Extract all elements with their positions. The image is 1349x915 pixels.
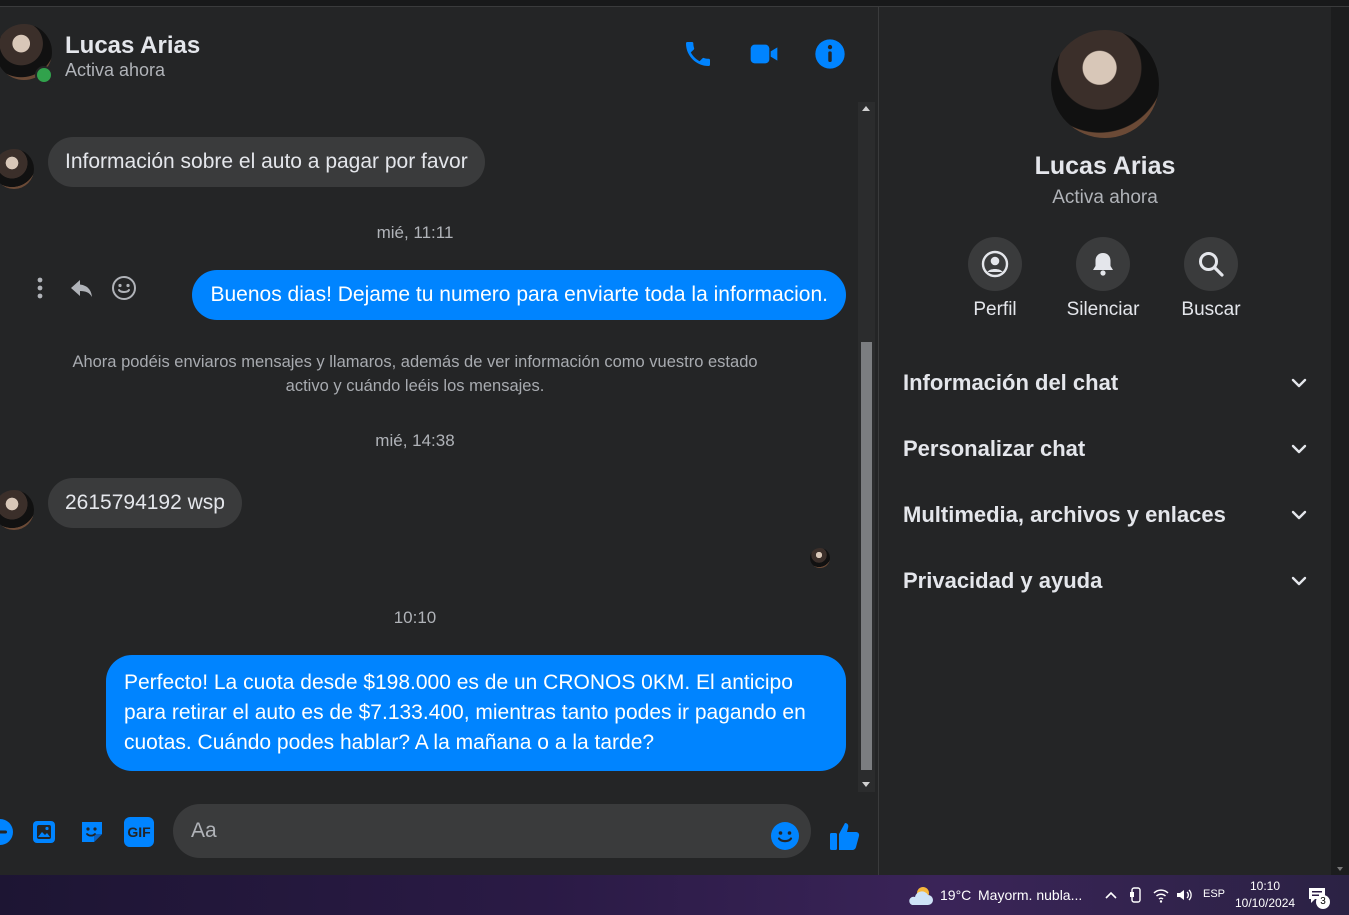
phone-icon[interactable] [682, 38, 714, 70]
more-options-icon[interactable] [27, 275, 53, 301]
message-list[interactable]: Información sobre el auto a pagar por fa… [0, 102, 858, 792]
profile-status: Activa ahora [1052, 187, 1158, 208]
more-actions-icon[interactable] [0, 817, 15, 847]
message-scrollbar[interactable] [858, 102, 875, 792]
section-title: Personalizar chat [903, 436, 1086, 461]
window-top-border [0, 0, 1349, 7]
contact-status: Activa ahora [65, 60, 166, 80]
weather-temp[interactable]: 19°C [940, 887, 971, 903]
profile-name: Lucas Arias [1034, 152, 1176, 180]
chat-pane: Lucas Arias Activa ahora Información sob… [0, 7, 878, 875]
search-icon [1199, 252, 1224, 277]
section-title: Información del chat [903, 370, 1119, 395]
timestamp: mié, 11:11 [376, 223, 454, 242]
photo-icon[interactable] [30, 817, 60, 847]
scroll-up-arrow[interactable] [862, 106, 870, 111]
incoming-message[interactable]: Información sobre el auto a pagar por fa… [48, 137, 485, 187]
section-customize-chat[interactable]: Personalizar chat [903, 424, 1309, 474]
sender-avatar [0, 490, 34, 530]
react-emoji-icon[interactable] [111, 275, 137, 301]
profile-button[interactable]: Perfil [940, 237, 1050, 321]
mute-button[interactable]: Silenciar [1048, 237, 1158, 321]
chat-header: Lucas Arias Activa ahora [0, 7, 878, 97]
search-button-label: Buscar [1181, 299, 1241, 320]
weather-cloud-sun-icon[interactable] [906, 885, 934, 907]
online-status-dot [35, 66, 53, 84]
scroll-down-arrow[interactable] [1337, 867, 1343, 871]
scroll-down-arrow[interactable] [862, 782, 870, 787]
outgoing-message[interactable]: Buenos dias! Dejame tu numero para envia… [192, 270, 846, 320]
panel-scrollbar[interactable] [1331, 7, 1349, 875]
timestamp: 10:10 [393, 608, 437, 627]
reply-icon[interactable] [69, 275, 95, 301]
timestamp: mié, 14:38 [375, 431, 455, 450]
profile-button-label: Perfil [973, 299, 1017, 320]
volume-icon[interactable] [1175, 886, 1193, 904]
message-input[interactable] [173, 804, 811, 858]
device-icon[interactable] [1129, 886, 1143, 904]
chevron-down-icon [1291, 576, 1307, 586]
connection-notice: Ahora podéis enviaros mensajes y llamaro… [72, 353, 758, 395]
gif-icon[interactable]: GIF [124, 817, 154, 847]
clock-time[interactable]: 10:10 [1250, 879, 1280, 893]
section-title: Multimedia, archivos y enlaces [903, 502, 1226, 527]
section-title: Privacidad y ayuda [903, 568, 1103, 593]
mute-button-label: Silenciar [1066, 299, 1140, 320]
sticker-icon[interactable] [77, 817, 107, 847]
chevron-down-icon [1291, 510, 1307, 520]
search-button[interactable]: Buscar [1156, 237, 1266, 321]
incoming-message[interactable]: 2615794192 wsp [48, 478, 242, 528]
profile-icon [981, 250, 1009, 278]
message-composer: GIF [0, 802, 878, 864]
chevron-down-icon [1291, 444, 1307, 454]
wifi-icon[interactable] [1152, 886, 1170, 904]
clock-date[interactable]: 10/10/2024 [1235, 896, 1295, 910]
chevron-up-icon[interactable] [1104, 889, 1118, 901]
profile-avatar[interactable] [1051, 30, 1159, 138]
section-privacy-help[interactable]: Privacidad y ayuda [903, 556, 1309, 606]
video-icon[interactable] [748, 38, 780, 70]
language-indicator[interactable]: ESP [1203, 888, 1225, 900]
chat-info-panel: Lucas Arias Activa ahora Perfil Silencia… [879, 7, 1331, 875]
windows-taskbar: 19°C Mayorm. nubla... ESP 10:10 10/10/20… [0, 875, 1349, 915]
weather-description[interactable]: Mayorm. nubla... [978, 887, 1082, 903]
section-media-files-links[interactable]: Multimedia, archivos y enlaces [903, 490, 1309, 540]
info-icon[interactable] [814, 38, 846, 70]
scroll-thumb[interactable] [861, 342, 872, 770]
chevron-down-icon [1291, 378, 1307, 388]
seen-receipt-avatar [810, 548, 830, 568]
sender-avatar [0, 149, 34, 189]
outgoing-message[interactable]: Perfecto! La cuota desde $198.000 es de … [106, 655, 846, 771]
contact-name[interactable]: Lucas Arias [65, 32, 200, 60]
bell-icon [1093, 253, 1113, 276]
like-thumb-icon[interactable] [828, 819, 862, 853]
emoji-icon[interactable] [770, 821, 800, 851]
section-chat-info[interactable]: Información del chat [903, 358, 1309, 408]
notification-count-badge: 3 [1316, 895, 1330, 909]
